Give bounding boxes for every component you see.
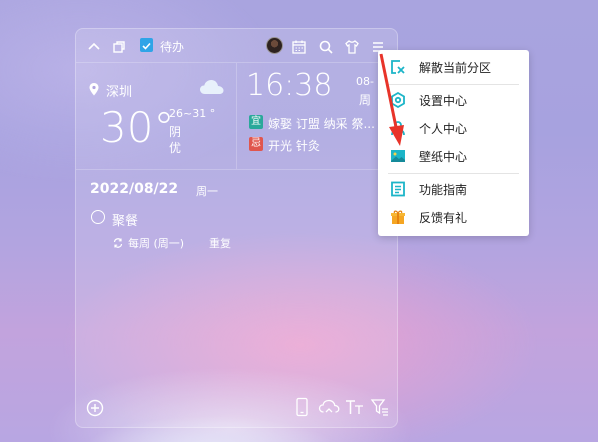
weather-city[interactable]: 深圳: [106, 81, 132, 100]
weather-condition: 阴: [169, 125, 182, 139]
desktop-widget: 待办 深圳 30° 26~31 ° 阴 优 16:38 08- 周 宜 嫁娶 订…: [75, 28, 398, 428]
wallpaper-icon: [391, 150, 405, 162]
air-quality: 优: [169, 141, 182, 155]
menu-item-label: 解散当前分区: [419, 61, 492, 75]
menu-item-wallpaper[interactable]: 壁纸中心: [378, 145, 529, 169]
avatar[interactable]: [266, 37, 283, 54]
search-icon[interactable]: [318, 39, 334, 55]
repeat-icon: [113, 238, 123, 248]
location-icon: [89, 83, 99, 96]
temperature-range: 26~31 °: [169, 107, 216, 120]
menu-item-label: 个人中心: [419, 122, 468, 136]
context-menu: 解散当前分区 设置中心 个人中心 壁纸中心 功能指南 反馈有礼: [378, 50, 529, 236]
user-icon: [391, 121, 405, 136]
menu-item-guide[interactable]: 功能指南: [378, 178, 529, 202]
add-icon[interactable]: [86, 399, 104, 417]
schedule-date: 2022/08/22: [90, 181, 179, 197]
clock-date: 08-: [356, 75, 374, 88]
todo-check-icon[interactable]: [140, 38, 153, 52]
guide-icon: [391, 181, 405, 197]
clock-time: 16:38: [246, 68, 333, 103]
skin-icon[interactable]: [344, 39, 360, 55]
temperature: 30°: [100, 103, 175, 152]
divider-horizontal: [76, 169, 397, 170]
settings-icon: [391, 92, 405, 108]
almanac-ji-text: 开光 针灸: [268, 139, 320, 153]
menu-item-label: 反馈有礼: [419, 211, 468, 225]
divider-vertical: [236, 63, 237, 169]
filter-icon[interactable]: [370, 397, 390, 417]
event-checkbox[interactable]: [91, 210, 105, 224]
event-repeat-rule: 每周 (周一): [128, 237, 185, 250]
collapse-icon[interactable]: [86, 39, 102, 55]
menu-item-feedback[interactable]: 反馈有礼: [378, 206, 529, 230]
calendar-icon[interactable]: [291, 39, 307, 55]
menu-item-label: 设置中心: [419, 94, 468, 108]
mobile-icon[interactable]: [294, 397, 310, 417]
ungroup-icon: [391, 60, 405, 74]
menu-item-profile[interactable]: 个人中心: [378, 117, 529, 141]
schedule-weekday: 周一: [196, 185, 218, 198]
almanac-ji-badge: 忌: [249, 137, 263, 151]
menu-separator: [388, 173, 519, 174]
gift-icon: [391, 210, 405, 224]
window-icon[interactable]: [111, 39, 127, 55]
menu-item-label: 壁纸中心: [419, 150, 468, 164]
cloud-icon: [200, 80, 224, 94]
clock-weekday: 周: [359, 93, 372, 107]
cloud-sync-icon[interactable]: [318, 397, 340, 417]
menu-item-ungroup[interactable]: 解散当前分区: [378, 56, 529, 80]
font-size-icon[interactable]: [344, 397, 366, 417]
event-title[interactable]: 聚餐: [112, 210, 138, 229]
todo-tab-label[interactable]: 待办: [160, 38, 184, 55]
menu-item-settings[interactable]: 设置中心: [378, 89, 529, 113]
almanac-yi-badge: 宜: [249, 115, 263, 129]
menu-separator: [388, 84, 519, 85]
event-repeat-label: 重复: [209, 237, 231, 250]
almanac-yi-text: 嫁娶 订盟 纳采 祭...: [268, 117, 375, 131]
widget-toolbar: 待办: [76, 29, 397, 63]
menu-item-label: 功能指南: [419, 183, 468, 197]
